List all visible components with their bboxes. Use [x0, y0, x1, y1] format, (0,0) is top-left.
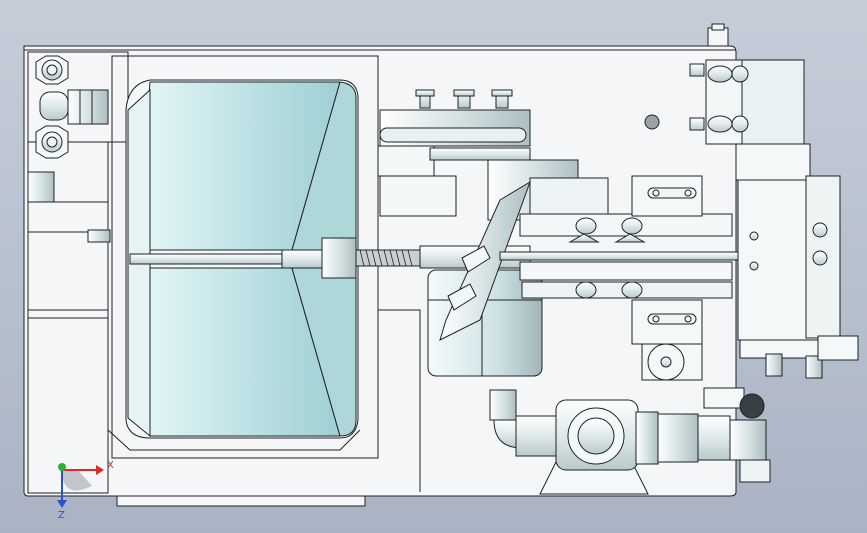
elbow-fitting-left: [39, 89, 109, 125]
assembly-drawing: X Z: [23, 23, 859, 521]
y-axis-dot: [58, 463, 66, 471]
bolt-heads-top: [415, 89, 513, 109]
hex-fitting-bottom: [35, 125, 69, 159]
hex-fitting-top: [35, 55, 69, 85]
x-axis-label: X: [107, 460, 114, 471]
z-axis-label: Z: [58, 510, 65, 521]
cad-viewport[interactable]: X Z: [0, 0, 867, 533]
mount-hole: [644, 114, 660, 130]
z-axis-head: [57, 500, 67, 508]
